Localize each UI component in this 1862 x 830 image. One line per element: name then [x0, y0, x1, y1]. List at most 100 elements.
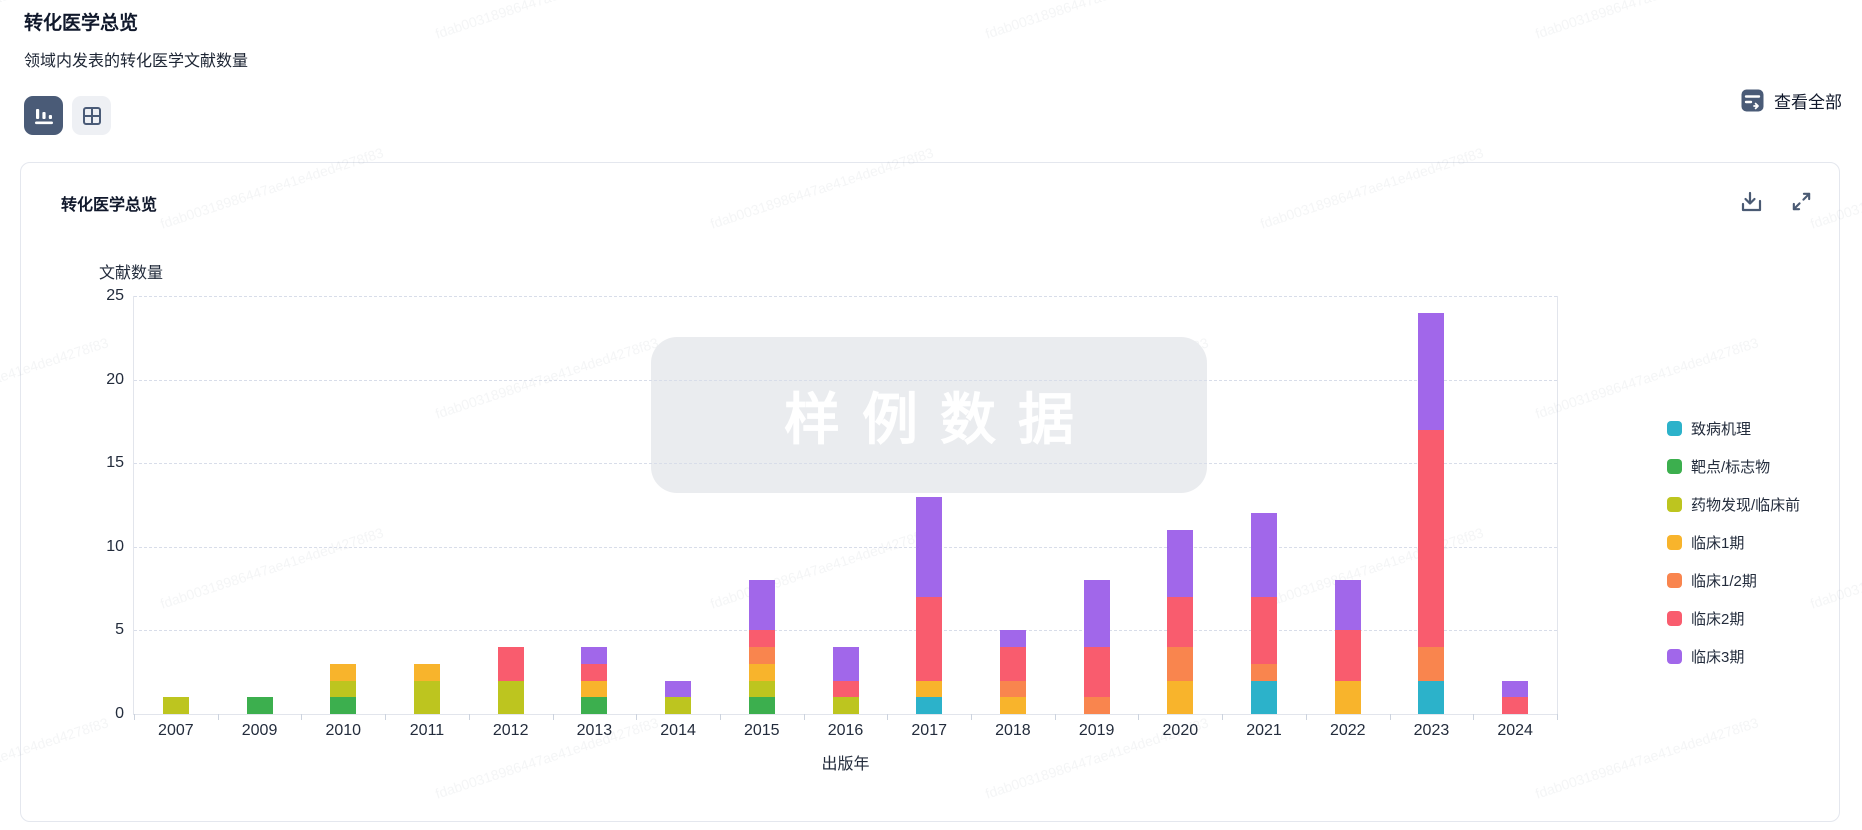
legend-label: 靶点/标志物: [1691, 456, 1770, 477]
x-tick-label: 2023: [1414, 722, 1450, 740]
bar-segment[interactable]: [749, 664, 775, 681]
bar-2018[interactable]: [1000, 630, 1026, 714]
bar-segment[interactable]: [1335, 630, 1361, 680]
bar-segment[interactable]: [1418, 647, 1444, 680]
bar-segment[interactable]: [1418, 681, 1444, 714]
y-tick-label: 25: [106, 287, 124, 305]
bar-2020[interactable]: [1167, 530, 1193, 714]
bar-segment[interactable]: [749, 681, 775, 698]
x-tick-label: 2019: [1079, 722, 1115, 740]
bar-segment[interactable]: [1502, 681, 1528, 698]
x-axis-tick: [1055, 714, 1056, 720]
bar-segment[interactable]: [498, 681, 524, 714]
bar-segment[interactable]: [749, 647, 775, 664]
bar-2009[interactable]: [247, 697, 273, 714]
bar-segment[interactable]: [1167, 681, 1193, 714]
bar-segment[interactable]: [833, 647, 859, 680]
bar-segment[interactable]: [581, 681, 607, 698]
bar-segment[interactable]: [749, 580, 775, 630]
bar-segment[interactable]: [749, 630, 775, 647]
bar-segment[interactable]: [749, 697, 775, 714]
table-view-button[interactable]: [72, 96, 111, 135]
bar-segment[interactable]: [1000, 647, 1026, 680]
bar-2021[interactable]: [1251, 513, 1277, 714]
bar-segment[interactable]: [1335, 580, 1361, 630]
bar-segment[interactable]: [581, 664, 607, 681]
bar-segment[interactable]: [1084, 697, 1110, 714]
bar-segment[interactable]: [1000, 630, 1026, 647]
bar-segment[interactable]: [916, 497, 942, 597]
x-tick-label: 2016: [828, 722, 864, 740]
bar-segment[interactable]: [414, 681, 440, 714]
download-button[interactable]: [1740, 190, 1764, 214]
bar-segment[interactable]: [1167, 597, 1193, 647]
bar-2019[interactable]: [1084, 580, 1110, 714]
chart-card-title: 转化医学总览: [61, 191, 157, 215]
bar-segment[interactable]: [1251, 513, 1277, 597]
legend-item[interactable]: 临床1/2期: [1667, 570, 1800, 591]
bar-segment[interactable]: [163, 697, 189, 714]
bar-segment[interactable]: [1502, 697, 1528, 714]
bar-segment[interactable]: [1167, 647, 1193, 680]
bar-2015[interactable]: [749, 580, 775, 714]
bar-2012[interactable]: [498, 647, 524, 714]
bar-segment[interactable]: [1251, 597, 1277, 664]
bar-2017[interactable]: [916, 497, 942, 714]
bar-segment[interactable]: [330, 664, 356, 681]
bar-segment[interactable]: [665, 697, 691, 714]
bar-2007[interactable]: [163, 697, 189, 714]
legend-item[interactable]: 临床2期: [1667, 608, 1800, 629]
bar-segment[interactable]: [247, 697, 273, 714]
bar-segment[interactable]: [1418, 430, 1444, 647]
x-axis-tick: [971, 714, 972, 720]
page-subtitle: 领域内发表的转化医学文献数量: [24, 47, 248, 71]
bar-segment[interactable]: [1251, 681, 1277, 714]
bar-segment[interactable]: [1251, 664, 1277, 681]
legend-label: 临床1/2期: [1691, 570, 1757, 591]
bar-segment[interactable]: [833, 697, 859, 714]
x-axis-tick: [636, 714, 637, 720]
bar-2014[interactable]: [665, 681, 691, 714]
bar-2023[interactable]: [1418, 313, 1444, 714]
bar-segment[interactable]: [916, 697, 942, 714]
legend-item[interactable]: 临床3期: [1667, 646, 1800, 667]
bar-2010[interactable]: [330, 664, 356, 714]
bar-segment[interactable]: [330, 697, 356, 714]
bar-2013[interactable]: [581, 647, 607, 714]
legend-item[interactable]: 临床1期: [1667, 532, 1800, 553]
x-axis-tick: [1138, 714, 1139, 720]
fullscreen-button[interactable]: [1790, 190, 1813, 214]
bar-segment[interactable]: [581, 647, 607, 664]
bar-segment[interactable]: [1335, 681, 1361, 714]
legend-item[interactable]: 靶点/标志物: [1667, 456, 1800, 477]
view-all-button[interactable]: 查看全部: [1740, 88, 1842, 113]
x-tick-label: 2024: [1497, 722, 1533, 740]
bar-segment[interactable]: [1084, 580, 1110, 647]
bar-segment[interactable]: [665, 681, 691, 698]
legend-label: 临床3期: [1691, 646, 1744, 667]
x-axis-tick: [385, 714, 386, 720]
bar-segment[interactable]: [1167, 530, 1193, 597]
bar-segment[interactable]: [916, 597, 942, 681]
bar-segment[interactable]: [1000, 697, 1026, 714]
bar-segment[interactable]: [1000, 681, 1026, 698]
bar-segment[interactable]: [1418, 313, 1444, 430]
bar-segment[interactable]: [330, 681, 356, 698]
legend-label: 致病机理: [1691, 418, 1751, 439]
bar-segment[interactable]: [1084, 647, 1110, 697]
chart-view-button[interactable]: [24, 96, 63, 135]
bar-segment[interactable]: [916, 681, 942, 698]
x-tick-label: 2007: [158, 722, 194, 740]
bar-2024[interactable]: [1502, 681, 1528, 714]
bar-segment[interactable]: [833, 681, 859, 698]
x-axis-tick: [134, 714, 135, 720]
legend-item[interactable]: 药物发现/临床前: [1667, 494, 1800, 515]
watermark-text: fdab00318986447ae41e4ded4278f83: [433, 0, 660, 42]
bar-2011[interactable]: [414, 664, 440, 714]
legend-item[interactable]: 致病机理: [1667, 418, 1800, 439]
bar-segment[interactable]: [498, 647, 524, 680]
bar-segment[interactable]: [581, 697, 607, 714]
bar-2016[interactable]: [833, 647, 859, 714]
bar-segment[interactable]: [414, 664, 440, 681]
bar-2022[interactable]: [1335, 580, 1361, 714]
